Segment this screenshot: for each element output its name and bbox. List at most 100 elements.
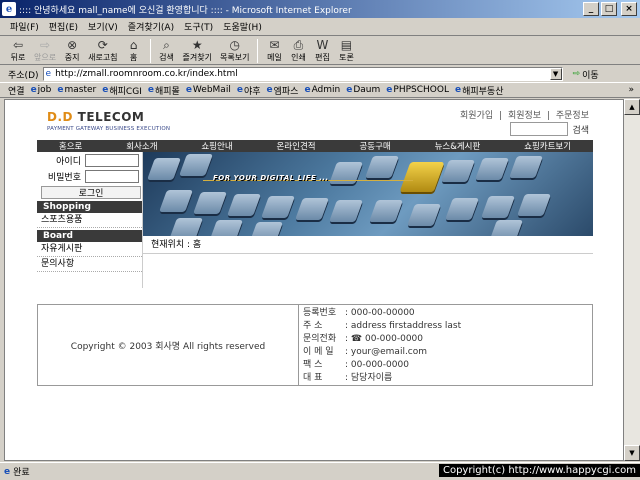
ie-page-icon: e	[386, 85, 393, 95]
ie-page-icon: e	[454, 85, 462, 95]
member-info-link[interactable]: 회원정보	[508, 111, 541, 121]
scroll-up-icon[interactable]: ▲	[624, 99, 640, 115]
nav-news-board[interactable]: 뉴스&게시판	[435, 140, 481, 152]
link-item[interactable]: e 해피CGI	[102, 84, 142, 97]
sidebar-item-free-board[interactable]: 자유게시판	[37, 242, 142, 257]
nav-online-quote[interactable]: 온라인견적	[276, 140, 315, 152]
search-button[interactable]: 검색	[572, 123, 589, 136]
main-nav: 홈으로 회사소개 쇼핑안내 온라인견적 공동구매 뉴스&게시판 쇼핑카트보기	[37, 140, 593, 152]
nav-group-buy[interactable]: 공동구매	[359, 140, 390, 152]
toolbar-separator	[257, 38, 259, 63]
link-item[interactable]: e WebMail	[186, 85, 231, 95]
nav-shopping-guide[interactable]: 쇼핑안내	[201, 140, 232, 152]
search-input[interactable]	[510, 122, 569, 136]
link-item[interactable]: e Admin	[304, 85, 340, 95]
login-pw-row: 비밀번호	[37, 168, 142, 184]
banner-key	[516, 194, 552, 216]
favorites-button[interactable]: ★ 즐겨찾기	[183, 38, 212, 63]
refresh-button[interactable]: ⟳ 새로고침	[88, 38, 117, 63]
nav-about[interactable]: 회사소개	[126, 140, 157, 152]
site-body: 아이디 비밀번호 로그인 Shopping 스포츠용품 Board 자유게시판 …	[37, 152, 593, 288]
nav-home[interactable]: 홈으로	[59, 140, 82, 152]
watermark-text: Copyright(c) http://www.happycgi.com	[438, 464, 640, 477]
banner-key	[294, 198, 330, 220]
ie-page-icon: e	[57, 85, 64, 95]
banner-key	[192, 192, 228, 214]
go-button[interactable]: ⇨ 이동	[573, 68, 599, 81]
vertical-scrollbar[interactable]: ▲ ▼	[624, 99, 640, 461]
ie-page-icon: e	[236, 85, 243, 95]
search-button[interactable]: ⌕ 검색	[159, 38, 175, 63]
link-item[interactable]: e PHPSCHOOL	[386, 85, 449, 95]
link-item[interactable]: e 엠파스	[267, 84, 299, 97]
maximize-button[interactable]: □	[601, 2, 617, 16]
close-button[interactable]: ×	[621, 2, 637, 16]
back-button[interactable]: ⇦ 뒤로	[10, 38, 26, 63]
link-item[interactable]: e Daum	[346, 85, 380, 95]
link-item[interactable]: e 해피몰	[148, 84, 180, 97]
menu-tools[interactable]: 도구(T)	[184, 20, 213, 33]
ie-page-icon: e	[304, 85, 311, 95]
home-button[interactable]: ⌂ 홈	[126, 38, 142, 63]
banner-key	[178, 154, 214, 176]
refresh-icon: ⟳	[97, 38, 108, 52]
menu-favorites[interactable]: 즐겨찾기(A)	[128, 20, 174, 33]
forward-button[interactable]: ⇨ 앞으로	[34, 38, 56, 63]
edit-button[interactable]: W 편집	[314, 38, 330, 63]
discuss-button[interactable]: ▤ 토론	[338, 38, 354, 63]
keyboard-banner: FOR YOUR DIGITAL LIFE ...	[143, 152, 593, 236]
menu-edit[interactable]: 편집(E)	[49, 20, 78, 33]
stop-icon: ⊗	[67, 38, 78, 52]
menu-help[interactable]: 도움말(H)	[223, 20, 262, 33]
banner-key	[406, 204, 442, 226]
copyright-text: Copyright © 2003 회사명 All rights reserved	[70, 341, 266, 352]
signup-link[interactable]: 회원가입	[460, 111, 493, 121]
company-info: 등록번호: 000-00-00000 주 소: address firstadd…	[298, 305, 592, 385]
site-tagline: PAYMENT GATEWAY BUSINESS EXECUTION	[47, 126, 171, 132]
order-info-link[interactable]: 주문정보	[556, 111, 589, 121]
print-button[interactable]: ⎙ 인쇄	[290, 38, 306, 63]
login-button[interactable]: 로그인	[41, 186, 141, 199]
home-icon: ⌂	[129, 38, 138, 52]
link-item[interactable]: e job	[31, 85, 52, 95]
ie-page-icon: e	[346, 85, 353, 95]
site-logo[interactable]: D.D TELECOM	[47, 110, 144, 124]
banner-key	[260, 196, 296, 218]
login-id-input[interactable]	[85, 153, 139, 167]
address-input[interactable]: e http://zmall.roomnroom.co.kr/index.htm…	[42, 67, 563, 81]
divider: |	[499, 111, 503, 121]
sidebar-item-qna[interactable]: 문의사항	[37, 257, 142, 272]
links-label: 연결	[8, 86, 25, 97]
menu-view[interactable]: 보기(V)	[88, 20, 118, 33]
menu-file[interactable]: 파일(F)	[10, 20, 39, 33]
mail-button[interactable]: ✉ 메일	[266, 38, 282, 63]
links-bar: 연결 e job e master e 해피CGI e 해피몰 e WebMail e 야후…	[0, 82, 640, 98]
banner-key	[208, 220, 244, 236]
scroll-down-icon[interactable]: ▼	[624, 445, 640, 461]
info-row: 문의전화: ☎ 00-000-0000	[303, 334, 423, 344]
sidebar-item-sports[interactable]: 스포츠용품	[37, 213, 142, 228]
address-bar: 주소(D) e http://zmall.roomnroom.co.kr/ind…	[0, 66, 640, 82]
login-pw-input[interactable]	[85, 169, 139, 183]
banner-key	[474, 158, 510, 180]
nav-cart[interactable]: 쇼핑카트보기	[524, 140, 571, 152]
toolbar: ⇦ 뒤로 ⇨ 앞으로 ⊗ 중지 ⟳ 새로고침 ⌂ 홈 ⌕ 검색 ★ 즐겨찾기 ◷ 목록보기 ✉ 메…	[0, 37, 640, 65]
link-item[interactable]: e master	[57, 85, 96, 95]
divider: |	[546, 111, 550, 121]
address-dropdown-icon[interactable]: ▼	[549, 68, 562, 80]
stop-button[interactable]: ⊗ 중지	[64, 38, 80, 63]
history-icon: ◷	[229, 38, 240, 52]
banner-key	[444, 198, 480, 220]
breadcrumb: 현재위치 : 홈	[143, 236, 593, 254]
ie-page-icon: e	[185, 85, 192, 95]
mail-icon: ✉	[269, 38, 280, 52]
minimize-button[interactable]: _	[583, 2, 599, 16]
banner-key	[508, 156, 544, 178]
banner-key	[168, 218, 204, 236]
link-item[interactable]: e 해피부동산	[455, 84, 504, 97]
links-more-button[interactable]: »	[628, 85, 634, 95]
ie-page-icon: e	[4, 466, 11, 477]
history-button[interactable]: ◷ 목록보기	[220, 38, 249, 63]
link-item[interactable]: e 야후	[237, 84, 261, 97]
favorites-icon: ★	[191, 38, 203, 52]
